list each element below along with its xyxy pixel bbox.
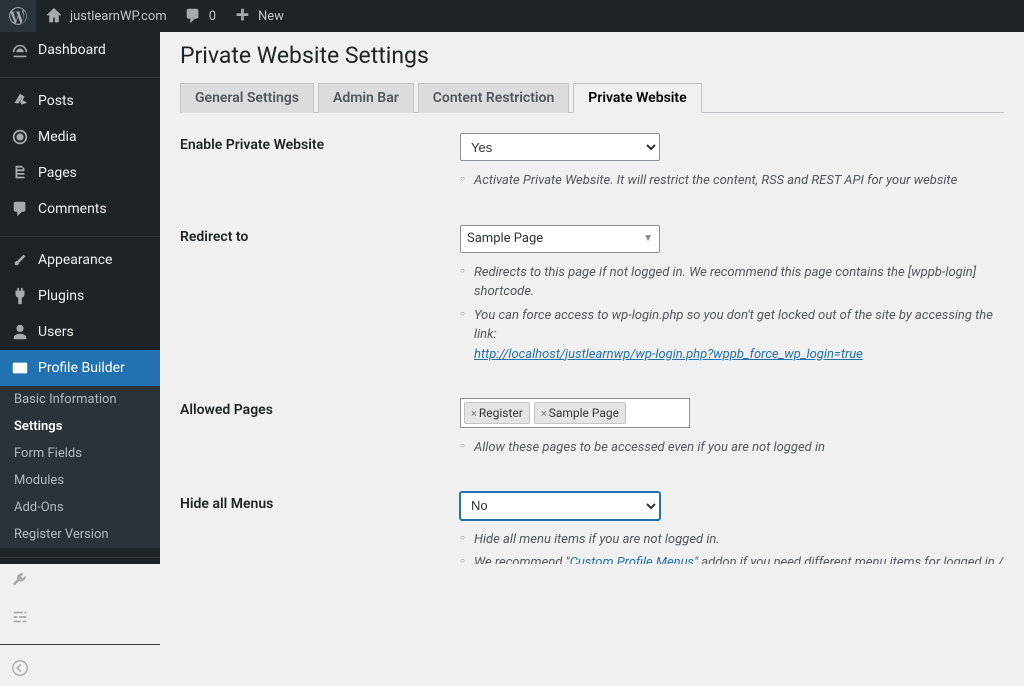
row-enable-private: Enable Private Website Yes Activate Priv… xyxy=(180,133,1004,195)
enable-private-label: Enable Private Website xyxy=(180,133,460,153)
comment-icon xyxy=(183,6,203,26)
menu-label: Tools xyxy=(38,573,72,589)
submenu: Basic Information Settings Form Fields M… xyxy=(0,386,160,548)
menu-label: Profile Builder xyxy=(38,360,125,376)
page-title: Private Website Settings xyxy=(180,42,1004,69)
submenu-basic-info[interactable]: Basic Information xyxy=(0,386,160,413)
chevron-down-icon: ▼ xyxy=(643,233,653,244)
menu-label: Plugins xyxy=(38,288,84,304)
sidebar-item-posts[interactable]: Posts xyxy=(0,83,160,119)
row-allowed-pages: Allowed Pages ×Register ×Sample Page All… xyxy=(180,398,1004,462)
new-content[interactable]: New xyxy=(224,0,292,32)
dashboard-icon xyxy=(10,40,30,60)
redirect-desc-2-text: You can force access to wp-login.php so … xyxy=(474,308,993,343)
pages-icon xyxy=(10,163,30,183)
menu-label: Comments xyxy=(38,201,107,217)
enable-private-desc: Activate Private Website. It will restri… xyxy=(460,171,1004,191)
menu-separator xyxy=(0,73,160,78)
new-label: New xyxy=(258,9,284,24)
user-icon xyxy=(10,322,30,342)
redirect-label: Redirect to xyxy=(180,225,460,245)
redirect-force-login-link[interactable]: http://localhost/justlearnwp/wp-login.ph… xyxy=(474,347,863,362)
main-content: Private Website Settings General Setting… xyxy=(160,32,1024,564)
plus-icon xyxy=(232,6,252,26)
site-name[interactable]: justlearnWP.com xyxy=(36,0,175,32)
wrench-icon xyxy=(10,571,30,591)
media-icon xyxy=(10,127,30,147)
comments-count: 0 xyxy=(209,9,216,24)
menu-label: Pages xyxy=(38,165,77,181)
sidebar-item-users[interactable]: Users xyxy=(0,314,160,350)
sidebar-item-comments[interactable]: Comments xyxy=(0,191,160,227)
sliders-icon xyxy=(10,607,30,627)
sidebar-item-settings[interactable]: Settings xyxy=(0,599,160,635)
submenu-addons[interactable]: Add-Ons xyxy=(0,494,160,521)
sidebar-collapse[interactable]: Collapse menu xyxy=(0,650,160,686)
collapse-icon xyxy=(10,658,30,678)
admin-bar: justlearnWP.com 0 New xyxy=(0,0,1024,32)
tab-private-website[interactable]: Private Website xyxy=(573,83,701,113)
remove-tag-icon[interactable]: × xyxy=(471,407,477,420)
hide-menus-label: Hide all Menus xyxy=(180,492,460,512)
submenu-register-version[interactable]: Register Version xyxy=(0,521,160,548)
allowed-pages-input[interactable]: ×Register ×Sample Page xyxy=(460,398,690,428)
sidebar-item-tools[interactable]: Tools xyxy=(0,563,160,599)
submenu-modules[interactable]: Modules xyxy=(0,467,160,494)
redirect-value: Sample Page xyxy=(467,231,543,246)
redirect-desc-1: Redirects to this page if not logged in.… xyxy=(460,263,1004,302)
wordpress-icon xyxy=(8,6,28,26)
pin-icon xyxy=(10,91,30,111)
hide-menus-desc-1: Hide all menu items if you are not logge… xyxy=(460,530,1004,550)
plug-icon xyxy=(10,286,30,306)
submenu-settings[interactable]: Settings xyxy=(0,413,160,440)
menu-label: Collapse menu xyxy=(38,660,131,676)
hide-menus-select[interactable]: No xyxy=(460,492,660,520)
admin-sidebar: Dashboard Posts Media Pages Comments App… xyxy=(0,32,160,564)
sidebar-item-dashboard[interactable]: Dashboard xyxy=(0,32,160,68)
allowed-pages-desc: Allow these pages to be accessed even if… xyxy=(460,438,1004,458)
sidebar-item-plugins[interactable]: Plugins xyxy=(0,278,160,314)
row-hide-menus: Hide all Menus No Hide all menu items if… xyxy=(180,492,1004,565)
menu-label: Posts xyxy=(38,93,74,109)
brush-icon xyxy=(10,250,30,270)
submenu-form-fields[interactable]: Form Fields xyxy=(0,440,160,467)
allowed-pages-label: Allowed Pages xyxy=(180,398,460,418)
hide-menus-desc-2: We recommend "Custom Profile Menus" addo… xyxy=(460,553,1004,564)
menu-label: Appearance xyxy=(38,252,112,268)
row-redirect-to: Redirect to Sample Page ▼ Redirects to t… xyxy=(180,225,1004,369)
menu-label: Media xyxy=(38,129,77,145)
menu-separator xyxy=(0,553,160,558)
site-name-text: justlearnWP.com xyxy=(70,9,167,24)
menu-separator xyxy=(0,232,160,237)
tab-general-settings[interactable]: General Settings xyxy=(180,83,314,113)
allowed-tag[interactable]: ×Sample Page xyxy=(534,402,626,424)
sidebar-item-pages[interactable]: Pages xyxy=(0,155,160,191)
menu-separator xyxy=(0,640,160,645)
sidebar-item-media[interactable]: Media xyxy=(0,119,160,155)
tab-content-restriction[interactable]: Content Restriction xyxy=(418,83,570,113)
redirect-select[interactable]: Sample Page ▼ xyxy=(460,225,660,253)
tag-text: Sample Page xyxy=(549,406,619,420)
remove-tag-icon[interactable]: × xyxy=(541,407,547,420)
comments-link[interactable]: 0 xyxy=(175,0,224,32)
redirect-desc-2: You can force access to wp-login.php so … xyxy=(460,306,1004,365)
sidebar-item-appearance[interactable]: Appearance xyxy=(0,242,160,278)
tag-text: Register xyxy=(479,406,523,420)
hide-desc-2a: We recommend " xyxy=(474,555,570,564)
nav-tabs: General Settings Admin Bar Content Restr… xyxy=(180,83,1004,113)
enable-private-select[interactable]: Yes xyxy=(460,133,660,161)
menu-label: Dashboard xyxy=(38,42,106,58)
menu-label: Users xyxy=(38,324,74,340)
wp-logo[interactable] xyxy=(0,0,36,32)
allowed-tag[interactable]: ×Register xyxy=(464,402,530,424)
comment-icon xyxy=(10,199,30,219)
sidebar-item-profile-builder[interactable]: Profile Builder xyxy=(0,350,160,386)
id-card-icon xyxy=(10,358,30,378)
menu-label: Settings xyxy=(38,609,89,625)
tab-admin-bar[interactable]: Admin Bar xyxy=(318,83,414,113)
home-icon xyxy=(44,6,64,26)
custom-profile-menus-link[interactable]: Custom Profile Menus xyxy=(570,555,694,564)
